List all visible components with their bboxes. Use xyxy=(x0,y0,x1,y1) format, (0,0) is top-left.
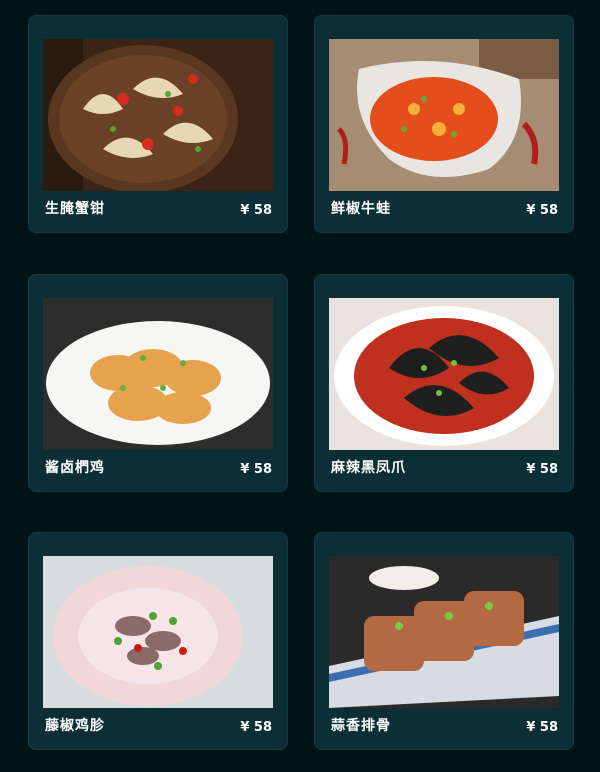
dish-name: 酱卤椚鸡 xyxy=(45,460,105,476)
dish-photo xyxy=(43,556,273,708)
dish-price: ¥ 58 xyxy=(526,462,558,477)
dish-card-garlic-ribs[interactable]: 蒜香排骨 ¥ 58 xyxy=(314,532,574,750)
dish-price: ¥ 58 xyxy=(526,720,558,735)
dish-name: 藤椒鸡胗 xyxy=(45,718,105,734)
dish-photo xyxy=(43,39,273,191)
dish-price: ¥ 58 xyxy=(240,720,272,735)
dish-price: ¥ 58 xyxy=(240,203,272,218)
dish-card-crab-claws[interactable]: 生腌蟹钳 ¥ 58 xyxy=(28,15,288,233)
dish-name: 麻辣黑凤爪 xyxy=(331,460,406,476)
dish-photo xyxy=(329,556,559,708)
dish-card-pepper-gizzards[interactable]: 藤椒鸡胗 ¥ 58 xyxy=(28,532,288,750)
dish-card-bullfrog[interactable]: 鲜椒牛蛙 ¥ 58 xyxy=(314,15,574,233)
dish-price: ¥ 58 xyxy=(240,462,272,477)
dish-name: 蒜香排骨 xyxy=(331,718,391,734)
dish-name: 生腌蟹钳 xyxy=(45,201,105,217)
dish-name: 鲜椒牛蛙 xyxy=(331,201,391,217)
dish-photo xyxy=(43,298,273,450)
dish-photo xyxy=(329,39,559,191)
dish-card-braised-chicken[interactable]: 酱卤椚鸡 ¥ 58 xyxy=(28,274,288,492)
dish-photo xyxy=(329,298,559,450)
dish-card-black-chicken-feet[interactable]: 麻辣黑凤爪 ¥ 58 xyxy=(314,274,574,492)
dish-price: ¥ 58 xyxy=(526,203,558,218)
